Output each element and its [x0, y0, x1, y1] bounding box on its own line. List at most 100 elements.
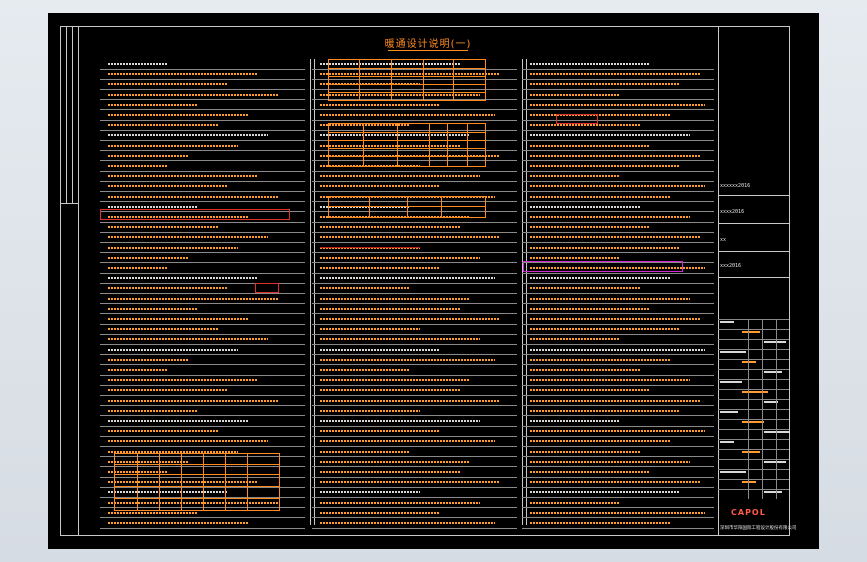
text-line: [108, 273, 258, 284]
titleblock-grid-row: [718, 449, 789, 450]
text-line: [530, 477, 700, 488]
text-line: [530, 283, 640, 294]
titleblock-grid-row: [718, 339, 789, 340]
text-line: [108, 89, 278, 100]
text-line: [108, 303, 198, 314]
revision-highlight-2: [556, 114, 598, 124]
text-line: [108, 171, 258, 182]
titleblock-grid-row: [718, 389, 789, 390]
text-line: [530, 110, 670, 120]
text-line: [530, 293, 690, 304]
titleblock-grid-cell: [764, 371, 782, 373]
text-line: [530, 395, 700, 406]
titleblock-grid-row: [718, 469, 789, 470]
text-line: [320, 436, 495, 447]
text-line: [320, 467, 460, 477]
titleblock-grid-cell: [764, 341, 786, 343]
text-line: [320, 405, 420, 416]
titleblock-grid-cell: [764, 491, 782, 493]
titleblock-grid-cell: [742, 421, 764, 423]
text-line: [108, 161, 168, 171]
text-line: [320, 314, 500, 324]
row-rule: [100, 527, 305, 529]
titleblock-grid-cell: [720, 441, 734, 443]
text-line: [530, 487, 680, 498]
text-line: [530, 426, 705, 437]
revision-highlight-1: [100, 209, 290, 220]
text-line: [108, 79, 228, 90]
text-line: [320, 232, 500, 243]
text-line: [108, 110, 248, 120]
company-name: 深圳市华阳国际工程设计股份有限公司: [720, 526, 797, 531]
text-line: [530, 436, 670, 447]
text-line: [108, 518, 248, 528]
titleblock-grid-row: [718, 479, 789, 480]
text-line: [530, 140, 650, 151]
text-line: [320, 344, 440, 355]
titleblock-grid-row: [718, 359, 789, 360]
frame-bottom: [60, 535, 790, 536]
text-line: [530, 181, 705, 192]
titleblock-rule-2: [718, 223, 789, 224]
text-line: [108, 140, 238, 151]
text-line: [108, 263, 168, 273]
text-line: [108, 375, 258, 386]
text-line: [320, 477, 500, 488]
text-line: [530, 212, 690, 222]
text-line: [530, 507, 705, 518]
text-line: [320, 518, 495, 528]
titleblock-grid-cell: [720, 471, 746, 473]
text-line: [320, 487, 420, 498]
text-line: [108, 130, 268, 141]
row-rule: [522, 527, 714, 529]
text-line: [320, 334, 480, 345]
text-line: [108, 222, 218, 233]
titleblock-label-4: xxx2016: [720, 263, 742, 269]
text-line: [530, 59, 650, 69]
text-line: [320, 222, 460, 233]
text-line: [320, 385, 460, 396]
text-line: [108, 416, 248, 426]
text-line: [320, 507, 440, 518]
titleblock-grid-col: [762, 319, 763, 499]
column-separator-1: [310, 59, 311, 525]
text-line: [530, 130, 690, 141]
text-line: [530, 69, 700, 80]
text-line: [320, 354, 495, 365]
text-line: [530, 456, 690, 467]
data-table-middle: [328, 123, 486, 167]
titleblock-grid-cell: [764, 461, 786, 463]
text-line: [108, 181, 228, 192]
revision-highlight-3: [320, 247, 420, 253]
text-line: [320, 181, 440, 192]
cad-viewport[interactable]: 暖通设计说明(一) xxxxxx2016 xxxx2016 xx xxx2016…: [0, 0, 867, 562]
text-line: [530, 303, 650, 314]
titleblock-rule-1: [718, 195, 789, 196]
titleblock-grid-row: [718, 319, 789, 320]
titleblock-grid-row: [718, 349, 789, 350]
text-line: [108, 324, 218, 335]
text-line: [108, 242, 238, 253]
text-line: [530, 201, 640, 212]
text-line: [530, 242, 680, 253]
text-line: [320, 456, 470, 467]
titleblock-grid-cell: [720, 411, 738, 413]
text-line: [320, 273, 495, 284]
drawing-canvas[interactable]: 暖通设计说明(一) xxxxxx2016 xxxx2016 xx xxx2016…: [48, 13, 819, 549]
titleblock-rule-4: [718, 277, 789, 278]
text-line: [530, 365, 640, 375]
titleblock-grid-cell: [720, 321, 734, 323]
titleblock-grid-row: [718, 419, 789, 420]
text-line: [108, 232, 268, 243]
text-line: [530, 222, 650, 233]
frame-left: [60, 26, 61, 536]
sheet-title: 暖通设计说明(一): [384, 39, 472, 50]
frame-top: [60, 26, 790, 27]
titleblock-grid-row: [718, 459, 789, 460]
text-line: [108, 120, 218, 131]
sheet-title-underline: [388, 50, 468, 51]
text-line: [530, 79, 680, 90]
titleblock-grid-cell: [720, 351, 746, 353]
text-line: [108, 191, 278, 202]
revision-highlight-4: [523, 261, 683, 272]
